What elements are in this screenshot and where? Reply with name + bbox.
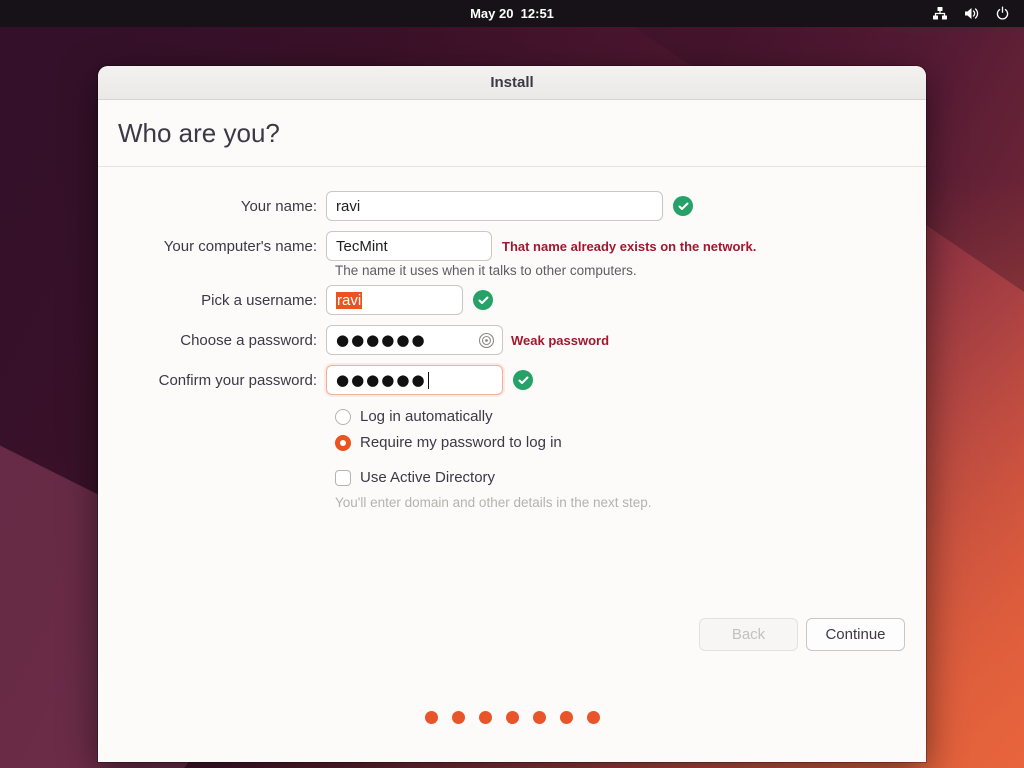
username-selected-text: ravi — [336, 291, 363, 309]
progress-dots — [98, 711, 926, 724]
login-automatically-option[interactable]: Log in automatically — [335, 408, 926, 425]
who-are-you-form: Your name: Your computer's name: That na… — [98, 167, 926, 510]
clock[interactable]: May 20 12:51 — [470, 6, 554, 21]
progress-dot — [424, 711, 438, 724]
password-label: Choose a password: — [180, 331, 317, 349]
page-header: Who are you? — [98, 100, 926, 167]
wizard-buttons: Back Continue — [699, 618, 905, 651]
reveal-password-icon[interactable] — [478, 332, 495, 349]
system-tray — [932, 0, 1010, 27]
continue-button[interactable]: Continue — [806, 618, 905, 651]
confirm-password-dots: ●●●●●● — [336, 371, 427, 389]
active-directory-helper: You'll enter domain and other details in… — [335, 495, 652, 510]
username-valid-icon — [473, 290, 493, 310]
installer-window: Install Who are you? Your name: Your com… — [98, 66, 926, 762]
your-name-label: Your name: — [240, 197, 317, 215]
volume-icon[interactable] — [963, 6, 980, 21]
name-valid-icon — [673, 196, 693, 216]
require-password-option[interactable]: Require my password to log in — [335, 434, 926, 451]
row-username: Pick a username: ravi — [98, 285, 926, 315]
checkbox-unchecked-icon[interactable] — [335, 469, 351, 486]
radio-unchecked-icon[interactable] — [335, 408, 351, 425]
radio-checked-icon[interactable] — [335, 434, 351, 451]
progress-dot — [505, 711, 519, 724]
system-top-bar: May 20 12:51 — [0, 0, 1024, 27]
row-password: Choose a password: ●●●●●● Weak password — [98, 325, 926, 355]
progress-dot — [586, 711, 600, 724]
active-directory-option[interactable]: Use Active Directory — [335, 469, 926, 486]
progress-dot — [532, 711, 546, 724]
progress-dot — [478, 711, 492, 724]
network-icon[interactable] — [932, 6, 948, 21]
active-directory-label: Use Active Directory — [360, 469, 496, 486]
progress-dot — [451, 711, 465, 724]
username-input[interactable]: ravi — [326, 285, 463, 315]
login-automatically-label: Log in automatically — [360, 408, 493, 425]
confirm-valid-icon — [513, 370, 533, 390]
password-input[interactable]: ●●●●●● — [326, 325, 503, 355]
password-strength-warning: Weak password — [511, 332, 610, 348]
page-title: Who are you? — [118, 117, 280, 148]
back-button[interactable]: Back — [699, 618, 798, 651]
computer-name-error: That name already exists on the network. — [502, 238, 757, 254]
password-input-wrap: ●●●●●● — [326, 325, 503, 355]
username-label: Pick a username: — [201, 291, 317, 309]
desktop-background: May 20 12:51 Install Who are you? Your n… — [0, 0, 1024, 768]
window-title: Install — [490, 74, 534, 91]
power-icon[interactable] — [995, 6, 1010, 21]
password-dots: ●●●●●● — [336, 331, 427, 349]
require-password-label: Require my password to log in — [360, 434, 562, 451]
row-computer-name: Your computer's name: That name already … — [98, 231, 926, 261]
computer-name-input[interactable] — [326, 231, 492, 261]
computer-name-helper: The name it uses when it talks to other … — [335, 263, 637, 278]
progress-dot — [559, 711, 573, 724]
your-name-input[interactable] — [326, 191, 663, 221]
confirm-password-input[interactable]: ●●●●●● — [326, 365, 503, 395]
text-caret — [427, 371, 429, 389]
window-titlebar[interactable]: Install — [98, 66, 926, 100]
confirm-password-label: Confirm your password: — [158, 371, 317, 389]
row-your-name: Your name: — [98, 191, 926, 221]
computer-name-label: Your computer's name: — [163, 237, 317, 255]
row-confirm-password: Confirm your password: ●●●●●● — [98, 365, 926, 395]
